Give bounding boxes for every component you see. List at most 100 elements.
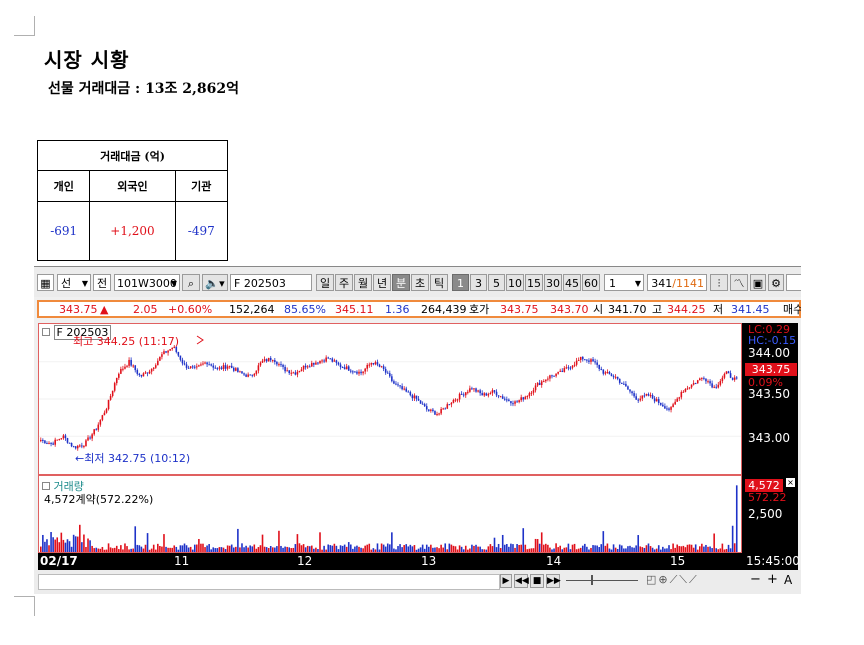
volume-bar — [271, 547, 274, 552]
volume-toggle-icon[interactable] — [42, 482, 50, 490]
zoom-slider-handle[interactable] — [591, 575, 593, 585]
candle — [313, 362, 315, 365]
candle — [267, 357, 270, 362]
volume-bar — [146, 533, 149, 552]
code-input[interactable]: 101W3000 ▼ — [114, 274, 180, 291]
candle — [64, 435, 67, 439]
candle — [109, 396, 112, 400]
interval-5[interactable]: 5 — [488, 274, 505, 291]
font-size-icon[interactable]: A — [784, 573, 792, 587]
candle-type-icon[interactable]: ⫶ — [710, 274, 728, 291]
extra-field[interactable] — [786, 274, 801, 291]
candle — [649, 395, 652, 397]
volume-bar — [282, 547, 284, 552]
close-icon[interactable]: × — [786, 478, 795, 487]
save-icon[interactable]: ▣ — [750, 274, 766, 291]
drawing-tools-icons[interactable]: ◰⊕⟋⟍⟋ — [646, 573, 699, 587]
interval-60[interactable]: 60 — [582, 274, 600, 291]
search-icon[interactable]: ⌕ — [182, 274, 200, 291]
volume-bar — [643, 547, 646, 552]
interval-45[interactable]: 45 — [563, 274, 581, 291]
count-input[interactable]: 341/1141 — [647, 274, 707, 291]
play-icon[interactable]: ▶ — [500, 574, 512, 588]
speaker-icon[interactable]: 🔈▾ — [202, 274, 228, 291]
candle — [662, 404, 664, 407]
volume-bar — [161, 546, 163, 552]
volume-bar — [274, 547, 276, 552]
menu-icon[interactable]: ▦ — [37, 274, 54, 291]
volume-bar — [456, 549, 459, 552]
volume-chart-panel: 거래량 4,572계약(572.22%) — [38, 475, 742, 553]
settings-icon[interactable]: ⚙ — [768, 274, 784, 291]
candle — [265, 359, 268, 362]
volume-bar — [366, 544, 369, 552]
horizontal-scrollbar[interactable] — [38, 574, 500, 590]
period-week[interactable]: 주 — [335, 274, 353, 291]
code-name-field[interactable]: F 202503 — [230, 274, 312, 291]
page-corner-mark — [14, 596, 34, 597]
volume-bar — [403, 545, 405, 552]
period-minute[interactable]: 분 — [392, 274, 410, 291]
candle — [731, 377, 734, 380]
volume-bar — [267, 547, 270, 552]
volume-bar — [124, 543, 126, 552]
volume-bar — [649, 546, 652, 552]
candle — [120, 368, 122, 374]
candle — [226, 366, 229, 369]
volume-bar — [440, 544, 442, 552]
interval-3[interactable]: 3 — [470, 274, 487, 291]
fast-forward-icon[interactable]: ▶▶ — [546, 574, 561, 588]
candle — [616, 376, 619, 379]
interval-30[interactable]: 30 — [544, 274, 562, 291]
volume-bar — [245, 545, 247, 552]
period-year[interactable]: 년 — [373, 274, 391, 291]
candle — [618, 378, 621, 383]
candle — [372, 363, 375, 365]
candle — [87, 437, 89, 441]
candle — [374, 362, 377, 365]
volume-bar — [547, 544, 549, 552]
volume-bar — [54, 539, 56, 552]
unit-select[interactable]: 1 ▼ — [604, 274, 644, 291]
prev-button[interactable]: 전 — [93, 274, 111, 291]
volume-bar — [713, 533, 715, 552]
candle — [308, 366, 311, 368]
candle — [169, 349, 171, 351]
zoom-slider[interactable] — [566, 580, 638, 581]
series-toggle-icon[interactable] — [42, 328, 50, 336]
volume-bar — [563, 547, 566, 552]
candle — [551, 375, 553, 377]
volume-bar — [352, 548, 354, 552]
buy-button[interactable]: 매수 — [783, 303, 801, 317]
document-subtitle: 선물 거래대금 : 13조 2,862억 — [48, 81, 240, 97]
candle — [343, 367, 346, 370]
volume-bar — [165, 546, 167, 552]
volume-chart[interactable] — [39, 476, 741, 552]
volume-bar — [473, 545, 475, 552]
zoom-out-icon[interactable]: − — [750, 572, 761, 587]
volume-bar — [417, 548, 420, 552]
volume-bar — [627, 546, 629, 552]
period-month[interactable]: 월 — [354, 274, 372, 291]
rewind-icon[interactable]: ◀◀ — [514, 574, 529, 588]
volume-bar — [154, 549, 157, 552]
candle — [232, 367, 235, 371]
period-tick[interactable]: 틱 — [430, 274, 448, 291]
bottom-controls: ▶ ◀◀ ■ ▶▶ ◰⊕⟋⟍⟋ − + A — [34, 570, 801, 594]
candle — [315, 362, 317, 365]
period-day[interactable]: 일 — [316, 274, 334, 291]
volume-bar — [284, 546, 286, 552]
volume-bar — [594, 545, 596, 552]
stop-icon[interactable]: ■ — [530, 574, 544, 588]
interval-10[interactable]: 10 — [506, 274, 524, 291]
zoom-in-icon[interactable]: + — [767, 572, 778, 587]
interval-15[interactable]: 15 — [525, 274, 543, 291]
candle — [612, 376, 615, 378]
indicator-icon[interactable]: 〽 — [730, 274, 748, 291]
period-second[interactable]: 초 — [411, 274, 429, 291]
candle — [444, 408, 447, 410]
interval-1[interactable]: 1 — [452, 274, 469, 291]
candle — [442, 408, 444, 410]
type-select[interactable]: 선 ▼ — [57, 274, 91, 291]
candle — [686, 388, 689, 390]
